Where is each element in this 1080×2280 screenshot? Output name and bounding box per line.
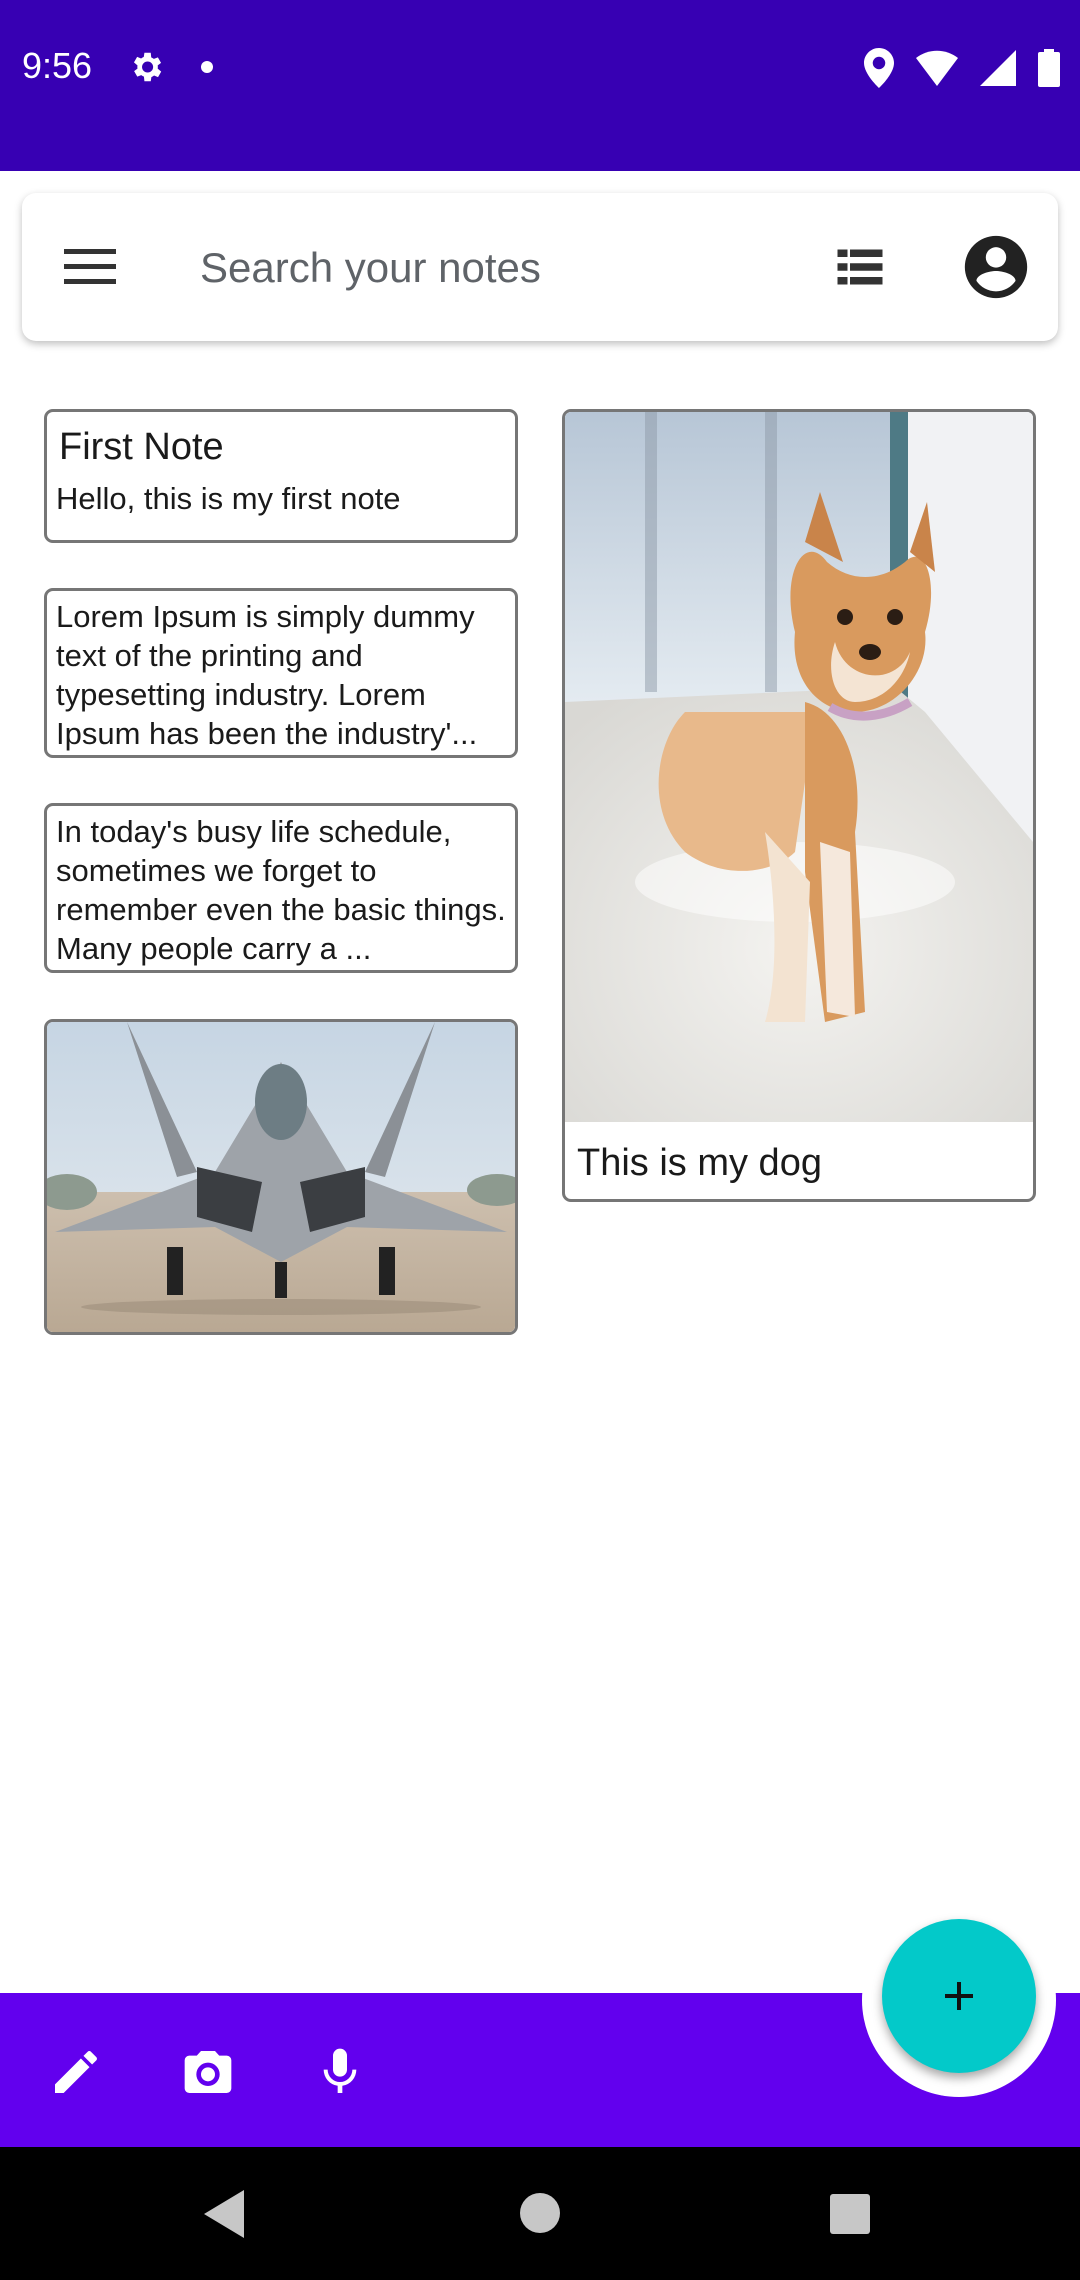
fighter-jet-photo — [47, 1022, 515, 1332]
account-icon[interactable] — [962, 233, 1030, 301]
add-note-button[interactable] — [882, 1919, 1036, 2073]
back-icon[interactable] — [204, 2190, 248, 2238]
home-icon[interactable] — [519, 2192, 561, 2234]
location-icon — [864, 48, 894, 88]
note-title: First Note — [59, 426, 224, 468]
shiba-dog-photo — [565, 412, 1033, 1122]
search-input[interactable] — [198, 233, 802, 303]
notification-dot-icon — [201, 61, 213, 73]
wifi-icon — [916, 50, 958, 86]
status-bar: 9:56 — [0, 0, 1080, 171]
search-bar — [22, 193, 1058, 341]
note-body: In today's busy life schedule, sometimes… — [56, 814, 506, 966]
recents-icon[interactable] — [829, 2193, 871, 2235]
note-card[interactable] — [44, 1019, 518, 1335]
note-card[interactable]: Lorem Ipsum is simply dummy text of the … — [44, 588, 518, 758]
microphone-icon[interactable] — [312, 2044, 368, 2100]
signal-icon — [980, 50, 1016, 86]
status-time: 9:56 — [22, 45, 93, 86]
note-card[interactable]: This is my dog — [562, 409, 1036, 1202]
note-body: Lorem Ipsum is simply dummy text of the … — [56, 599, 478, 751]
list-view-icon[interactable] — [830, 237, 890, 297]
note-card[interactable]: First Note Hello, this is my first note — [44, 409, 518, 543]
plus-icon — [945, 1982, 973, 2010]
system-nav-bar — [0, 2147, 1080, 2280]
note-body: Hello, this is my first note — [56, 481, 401, 516]
pencil-icon[interactable] — [48, 2044, 104, 2100]
note-caption: This is my dog — [577, 1142, 822, 1184]
note-card[interactable]: In today's busy life schedule, sometimes… — [44, 803, 518, 973]
camera-icon[interactable] — [180, 2044, 236, 2100]
battery-icon — [1038, 49, 1060, 87]
menu-icon[interactable] — [62, 243, 120, 291]
settings-icon — [133, 52, 162, 82]
